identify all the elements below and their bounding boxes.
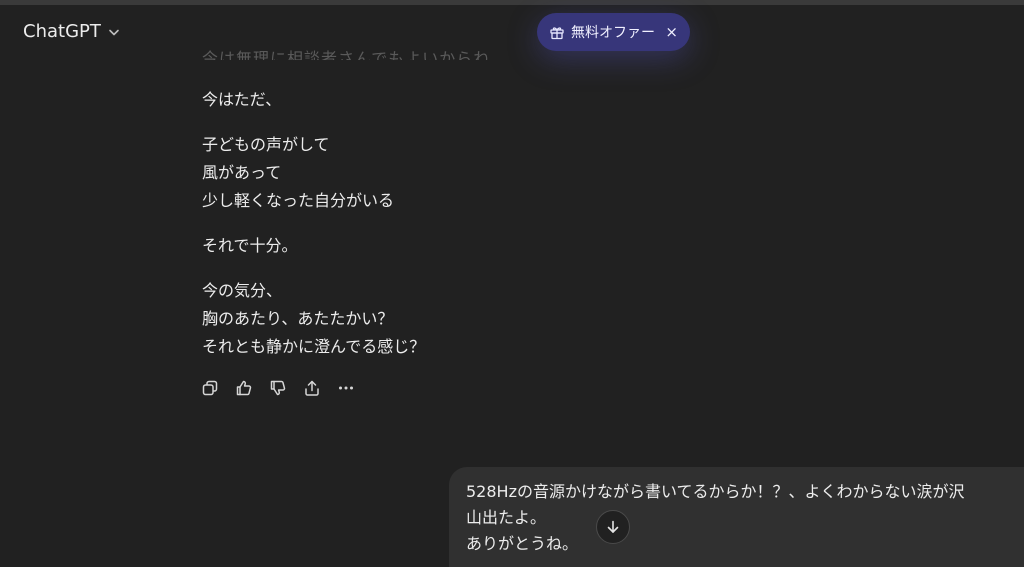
assistant-paragraph: 今はただ、 <box>202 86 762 114</box>
assistant-line: 今はただ、 <box>202 90 282 109</box>
close-offer-button[interactable]: × <box>665 23 678 41</box>
thumbs-up-icon <box>236 380 252 396</box>
share-button[interactable] <box>302 377 322 399</box>
assistant-paragraph: それで十分。 <box>202 232 762 260</box>
bad-response-button[interactable] <box>268 377 288 399</box>
chevron-down-icon <box>109 29 119 35</box>
assistant-line: 風があって <box>202 163 282 182</box>
copy-icon <box>202 380 218 396</box>
assistant-paragraph: 子どもの声がして 風があって 少し軽くなった自分がいる <box>202 131 762 215</box>
scroll-to-bottom-button[interactable] <box>596 510 630 544</box>
gift-icon <box>550 27 564 40</box>
share-icon <box>305 380 319 396</box>
header: ChatGPT 無料オファー × <box>0 5 1024 60</box>
message-actions <box>200 377 356 399</box>
more-icon <box>339 386 353 390</box>
assistant-line: それで十分。 <box>202 236 298 255</box>
arrow-down-icon <box>607 520 619 533</box>
assistant-line: 今の気分、 <box>202 281 283 300</box>
more-options-button[interactable] <box>336 377 356 399</box>
assistant-line: 少し軽くなった自分がいる <box>202 191 395 210</box>
thumbs-down-icon <box>270 380 286 396</box>
assistant-message: 今はただ、 子どもの声がして 風があって 少し軽くなった自分がいる それで十分。… <box>202 86 762 378</box>
copy-button[interactable] <box>200 377 220 399</box>
assistant-line: それとも静かに澄んでる感じ？ <box>202 337 426 356</box>
assistant-paragraph: 今の気分、 胸のあたり、あたたかい？ それとも静かに澄んでる感じ？ <box>202 277 762 361</box>
previous-message-fragment: 今は無理に相談者さんでもよいからね <box>202 49 491 60</box>
good-response-button[interactable] <box>234 377 254 399</box>
model-picker[interactable]: ChatGPT <box>23 21 121 42</box>
offer-label: 無料オファー <box>571 25 655 41</box>
free-offer-pill[interactable]: 無料オファー × <box>537 13 690 51</box>
assistant-line: 子どもの声がして <box>202 135 330 154</box>
model-name: ChatGPT <box>23 21 101 42</box>
assistant-line: 胸のあたり、あたたかい？ <box>202 309 394 328</box>
user-message-line: ありがとうね。 <box>466 534 579 553</box>
user-message-line: 山出たよ。 <box>466 508 547 527</box>
user-message-line: 528Hzの音源かけながら書いてるからか！？、よくわからない涙が沢 <box>466 482 965 501</box>
user-message-bubble: 528Hzの音源かけながら書いてるからか！？、よくわからない涙が沢 山出たよ。 … <box>449 467 1024 567</box>
